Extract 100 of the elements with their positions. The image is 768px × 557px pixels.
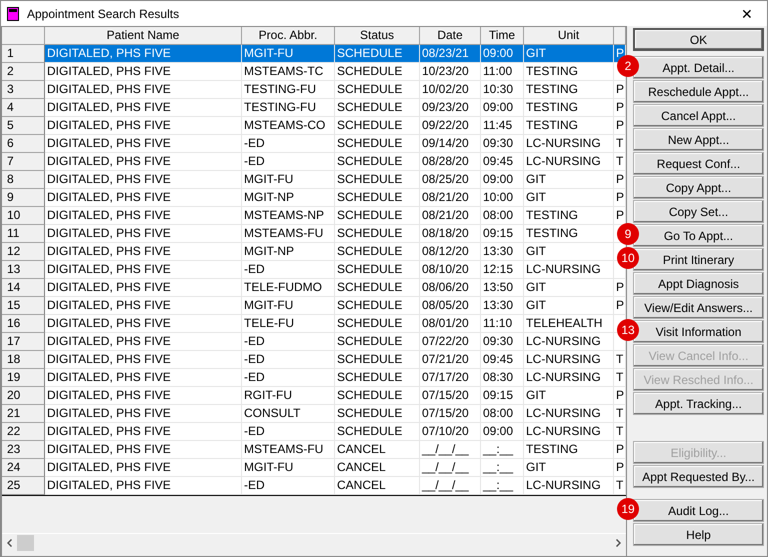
- table-cell: TESTING: [524, 81, 614, 99]
- row-number[interactable]: 16: [2, 315, 45, 333]
- scroll-thumb[interactable]: [17, 534, 34, 550]
- table-cell: P: [614, 99, 626, 117]
- action-button[interactable]: View/Edit Answers...: [633, 296, 764, 319]
- row-number[interactable]: 2: [2, 63, 45, 81]
- row-number[interactable]: 19: [2, 369, 45, 387]
- row-number[interactable]: 25: [2, 477, 45, 495]
- table-cell: 07/15/20: [420, 387, 481, 405]
- table-cell: SCHEDULE: [335, 99, 420, 117]
- table-cell: GIT: [524, 171, 614, 189]
- table-cell: GIT: [524, 243, 614, 261]
- table-cell: 07/17/20: [420, 369, 481, 387]
- table-cell: 11:00: [481, 63, 524, 81]
- action-button[interactable]: OK: [633, 28, 764, 51]
- table-cell: P: [614, 459, 626, 477]
- row-number[interactable]: 21: [2, 405, 45, 423]
- table-cell: TESTING-FU: [242, 81, 335, 99]
- row-number[interactable]: 13: [2, 261, 45, 279]
- table-cell: GIT: [524, 297, 614, 315]
- table-cell: CANCEL: [335, 441, 420, 459]
- table-cell: GIT: [524, 45, 614, 63]
- scroll-left-icon[interactable]: [7, 538, 12, 546]
- table-cell: MSTEAMS-NP: [242, 207, 335, 225]
- table-cell: MGIT-NP: [242, 189, 335, 207]
- row-number[interactable]: 9: [2, 189, 45, 207]
- table-cell: 09:00: [481, 171, 524, 189]
- row-number[interactable]: 22: [2, 423, 45, 441]
- scroll-right-icon[interactable]: [616, 538, 621, 546]
- row-number[interactable]: 10: [2, 207, 45, 225]
- column-header[interactable]: Unit: [524, 27, 614, 45]
- action-button[interactable]: Audit Log...: [633, 499, 764, 522]
- row-number[interactable]: 3: [2, 81, 45, 99]
- table-cell: SCHEDULE: [335, 45, 420, 63]
- table-cell: TELE-FUDMO: [242, 279, 335, 297]
- table-cell: T: [614, 405, 626, 423]
- table-cell: -ED: [242, 135, 335, 153]
- action-button[interactable]: Reschedule Appt...: [633, 80, 764, 103]
- table-cell: MSTEAMS-CO: [242, 117, 335, 135]
- row-number[interactable]: 7: [2, 153, 45, 171]
- action-button[interactable]: Go To Appt...: [633, 224, 764, 247]
- table-cell: -ED: [242, 477, 335, 495]
- row-number[interactable]: 8: [2, 171, 45, 189]
- row-number[interactable]: 17: [2, 333, 45, 351]
- action-button[interactable]: Print Itinerary: [633, 248, 764, 271]
- action-button[interactable]: Visit Information: [633, 320, 764, 343]
- action-button[interactable]: Appt. Tracking...: [633, 392, 764, 415]
- row-number[interactable]: 24: [2, 459, 45, 477]
- column-header[interactable]: Proc. Abbr.: [242, 27, 335, 45]
- table-cell: T: [614, 135, 626, 153]
- row-number[interactable]: 11: [2, 225, 45, 243]
- table-cell: GIT: [524, 279, 614, 297]
- action-button[interactable]: Appt Diagnosis: [633, 272, 764, 295]
- horizontal-scrollbar[interactable]: [2, 533, 626, 551]
- table-cell: SCHEDULE: [335, 225, 420, 243]
- table-cell: 12:15: [481, 261, 524, 279]
- action-button[interactable]: Request Conf...: [633, 152, 764, 175]
- table-cell: P: [614, 189, 626, 207]
- row-number[interactable]: 23: [2, 441, 45, 459]
- table-cell: DIGITALED, PHS FIVE: [45, 333, 242, 351]
- column-header[interactable]: Status: [335, 27, 420, 45]
- action-button[interactable]: Cancel Appt...: [633, 104, 764, 127]
- table-cell: MSTEAMS-FU: [242, 441, 335, 459]
- row-number[interactable]: 12: [2, 243, 45, 261]
- row-number[interactable]: 1: [2, 45, 45, 63]
- table-cell: DIGITALED, PHS FIVE: [45, 297, 242, 315]
- table-cell: __:__: [481, 459, 524, 477]
- table-cell: 11:45: [481, 117, 524, 135]
- column-header[interactable]: Date: [420, 27, 481, 45]
- table-cell: SCHEDULE: [335, 81, 420, 99]
- action-button[interactable]: Appt. Detail...: [633, 56, 764, 79]
- row-number[interactable]: 6: [2, 135, 45, 153]
- table-cell: P: [614, 297, 626, 315]
- row-number[interactable]: 18: [2, 351, 45, 369]
- table-cell: SCHEDULE: [335, 189, 420, 207]
- action-button[interactable]: Copy Set...: [633, 200, 764, 223]
- table-cell: CONSULT: [242, 405, 335, 423]
- column-header[interactable]: Patient Name: [45, 27, 242, 45]
- table-cell: -ED: [242, 261, 335, 279]
- row-number[interactable]: 14: [2, 279, 45, 297]
- table-cell: DIGITALED, PHS FIVE: [45, 387, 242, 405]
- row-number[interactable]: 4: [2, 99, 45, 117]
- table-cell: DIGITALED, PHS FIVE: [45, 261, 242, 279]
- table-cell: 09:00: [481, 423, 524, 441]
- action-button[interactable]: Appt Requested By...: [633, 465, 764, 488]
- table-cell: SCHEDULE: [335, 351, 420, 369]
- row-number[interactable]: 15: [2, 297, 45, 315]
- close-button[interactable]: ✕: [733, 6, 761, 22]
- table-cell: SCHEDULE: [335, 297, 420, 315]
- table-cell: SCHEDULE: [335, 243, 420, 261]
- table-cell: TESTING: [524, 441, 614, 459]
- action-button[interactable]: Copy Appt...: [633, 176, 764, 199]
- table-cell: SCHEDULE: [335, 153, 420, 171]
- table-cell: SCHEDULE: [335, 63, 420, 81]
- column-header[interactable]: Time: [481, 27, 524, 45]
- row-number[interactable]: 20: [2, 387, 45, 405]
- action-button[interactable]: New Appt...: [633, 128, 764, 151]
- action-button[interactable]: Help: [633, 523, 764, 546]
- table-cell: 09:30: [481, 333, 524, 351]
- row-number[interactable]: 5: [2, 117, 45, 135]
